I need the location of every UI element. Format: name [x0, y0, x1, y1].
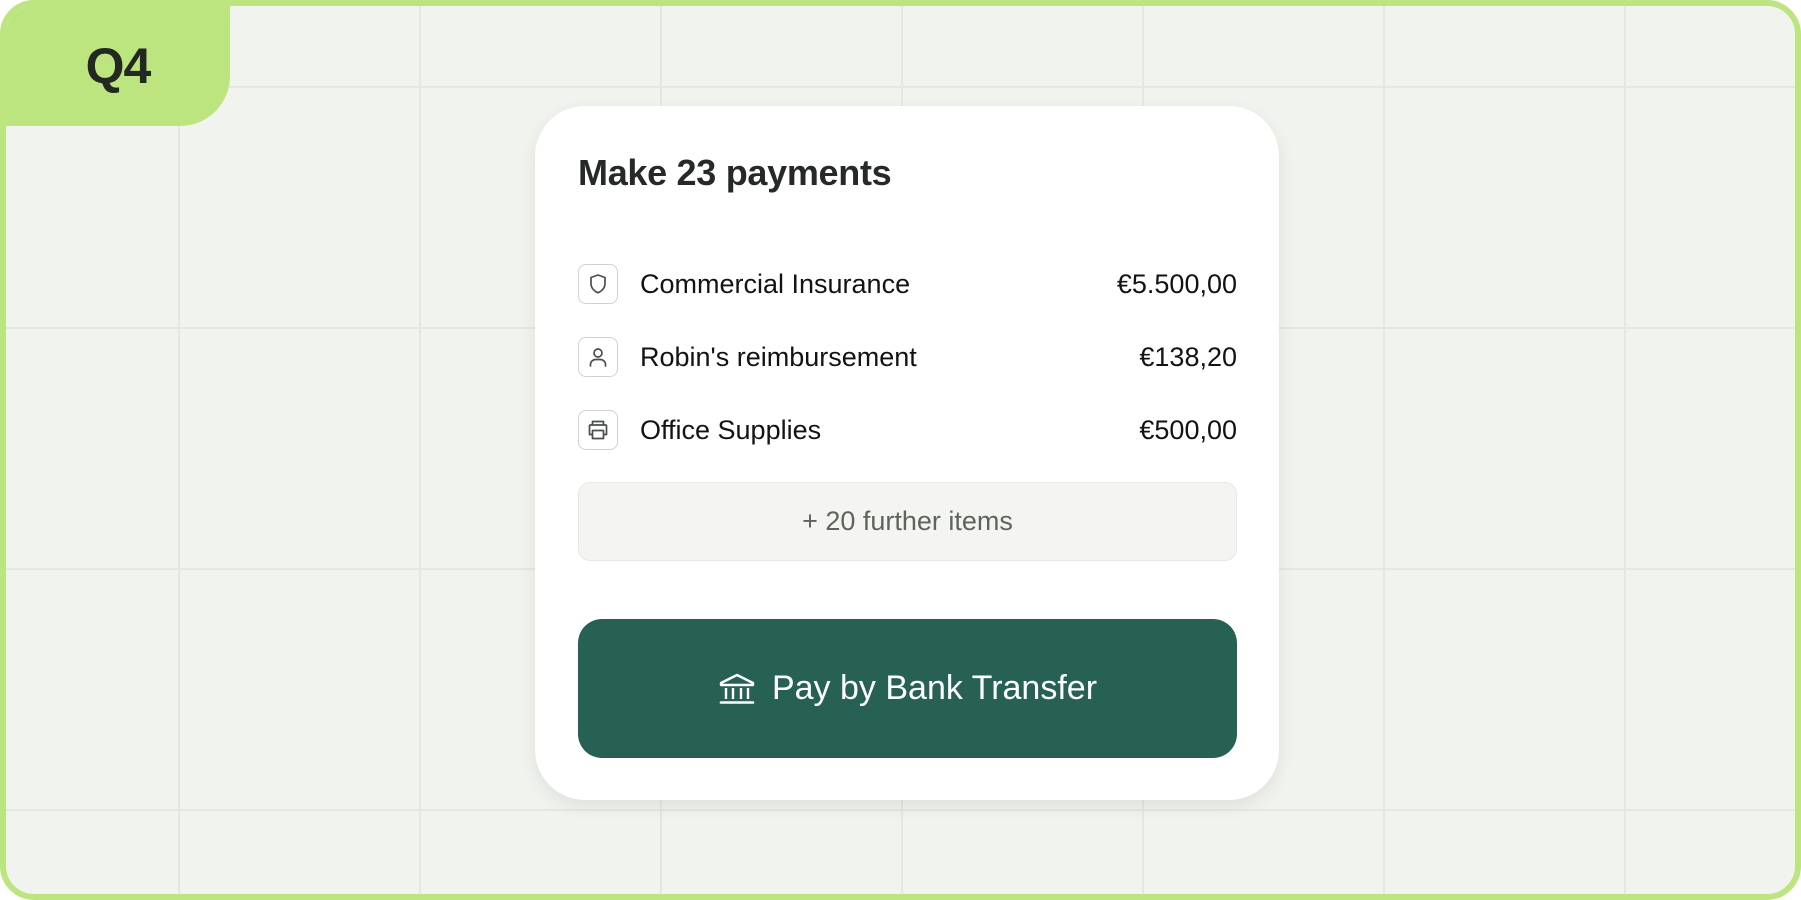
bank-icon — [718, 672, 756, 706]
quarter-badge-label: Q4 — [85, 38, 152, 94]
payment-row-label: Commercial Insurance — [640, 268, 911, 299]
payment-row-label: Robin's reimbursement — [640, 341, 917, 372]
payment-row[interactable]: Office Supplies €500,00 — [578, 409, 1237, 451]
payment-row-amount: €138,20 — [1139, 341, 1237, 372]
shield-icon — [578, 264, 618, 304]
payment-card: Make 23 payments Commercial Insurance €5… — [535, 106, 1279, 800]
payment-row[interactable]: Robin's reimbursement €138,20 — [578, 336, 1237, 378]
payment-row[interactable]: Commercial Insurance €5.500,00 — [578, 263, 1237, 305]
further-items-button[interactable]: + 20 further items — [578, 482, 1237, 561]
printer-icon — [578, 410, 618, 450]
person-icon — [578, 337, 618, 377]
canvas-frame: Q4 Make 23 payments Commercial Insurance… — [0, 0, 1801, 900]
card-title: Make 23 payments — [578, 152, 892, 193]
pay-button-label: Pay by Bank Transfer — [771, 669, 1098, 707]
quarter-badge: Q4 — [6, 6, 230, 126]
payment-row-amount: €5.500,00 — [1116, 268, 1237, 299]
pay-by-bank-transfer-button[interactable]: Pay by Bank Transfer — [578, 619, 1237, 758]
payment-row-label: Office Supplies — [640, 414, 822, 445]
payment-row-amount: €500,00 — [1139, 414, 1237, 445]
